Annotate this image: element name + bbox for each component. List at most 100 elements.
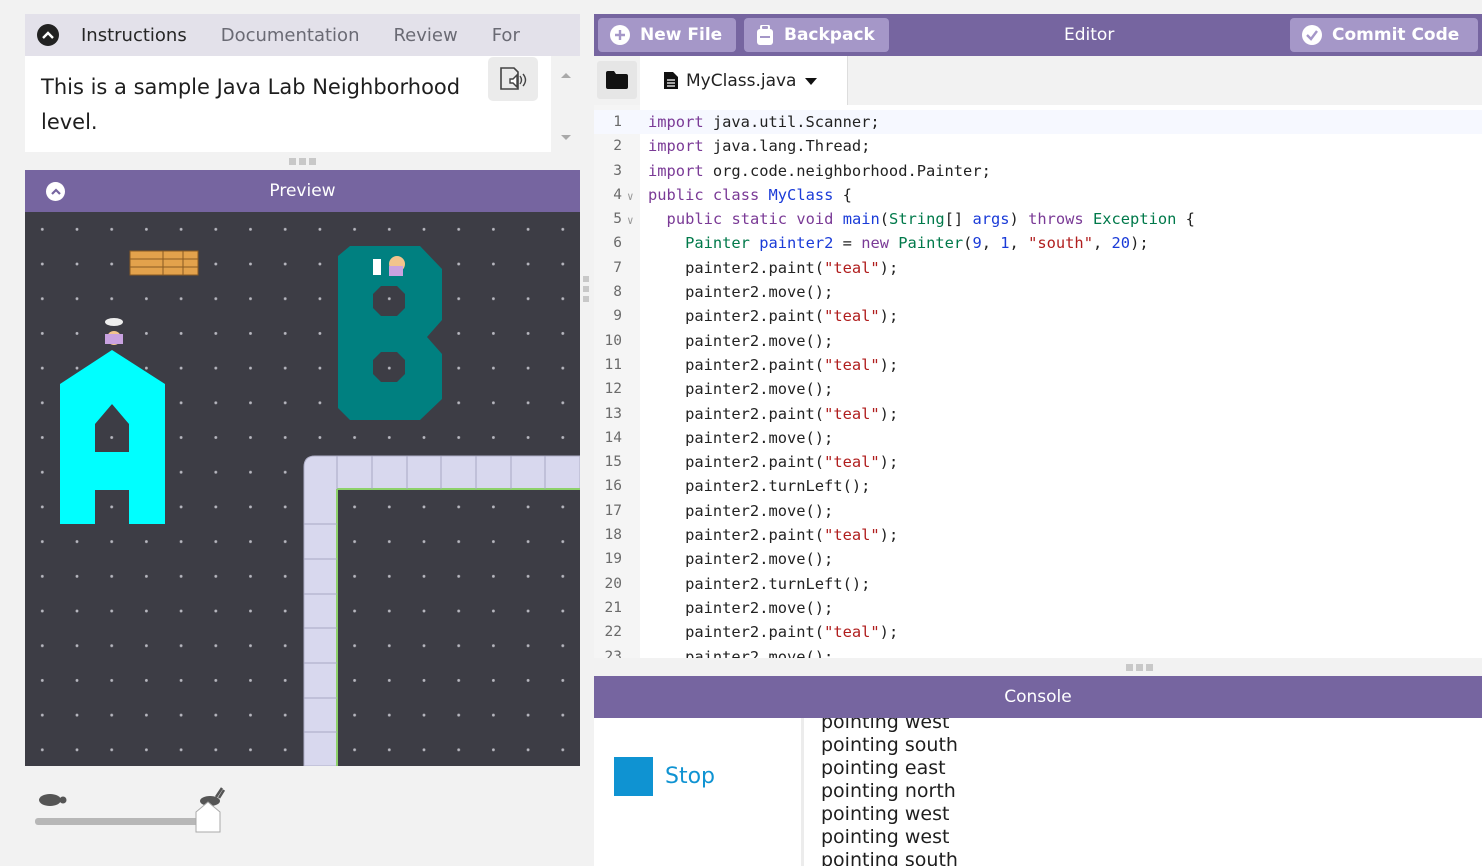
code-line[interactable]: 22 painter2.paint("teal");	[594, 620, 1482, 644]
line-number: 11	[604, 356, 622, 373]
instructions-tab-bar: Instructions Documentation Review For	[25, 14, 580, 56]
console-lines: pointing west pointing south pointing east…	[821, 718, 958, 866]
new-file-button[interactable]: New File	[598, 18, 737, 52]
code-line[interactable]: 21 painter2.move();	[594, 596, 1482, 620]
code-text: painter2.paint("teal");	[648, 355, 899, 374]
code-line[interactable]: 13 painter2.paint("teal");	[594, 402, 1482, 426]
neighborhood-canvas	[25, 212, 580, 766]
code-line[interactable]: 10 painter2.move();	[594, 329, 1482, 353]
code-line[interactable]: 17 painter2.move();	[594, 499, 1482, 523]
code-line[interactable]: 14 painter2.move();	[594, 426, 1482, 450]
code-line[interactable]: 6 Painter painter2 = new Painter(9, 1, "…	[594, 231, 1482, 255]
code-line[interactable]: 9 painter2.paint("teal");	[594, 304, 1482, 328]
code-text: painter2.turnLeft();	[648, 477, 871, 496]
stop-icon	[614, 757, 653, 796]
folder-icon	[606, 71, 628, 89]
console-line: pointing north	[821, 780, 956, 802]
code-line[interactable]: 16 painter2.turnLeft();	[594, 474, 1482, 498]
scroll-down-icon[interactable]	[553, 128, 579, 148]
code-line[interactable]: 5 ∨ public static void main(String[] args…	[594, 207, 1482, 231]
code-line[interactable]: 11 painter2.paint("teal");	[594, 353, 1482, 377]
console-title: Console	[1004, 687, 1072, 707]
resize-handle-icon[interactable]	[1126, 664, 1154, 671]
line-number: 14	[604, 429, 622, 446]
code-text: painter2.move();	[648, 550, 834, 569]
code-line[interactable]: 1 import java.util.Scanner;	[594, 110, 1482, 135]
code-line[interactable]: 12 painter2.move();	[594, 377, 1482, 401]
line-number: 13	[604, 405, 622, 422]
fold-arrow-icon[interactable]: ∨	[627, 185, 634, 209]
line-number: 12	[604, 381, 622, 398]
console-line: pointing west	[821, 718, 950, 733]
file-browser-button[interactable]	[597, 61, 637, 99]
code-line[interactable]: 7 painter2.paint("teal");	[594, 256, 1482, 280]
code-text: painter2.move();	[648, 331, 834, 350]
code-text: painter2.move();	[648, 647, 834, 658]
check-circle-icon	[1302, 25, 1322, 45]
line-number: 8	[613, 284, 622, 301]
line-number: 1	[613, 114, 622, 130]
backpack-icon	[757, 25, 773, 45]
code-text: painter2.move();	[648, 501, 834, 520]
slider-thumb[interactable]	[195, 801, 221, 833]
code-editor[interactable]: 1 import java.util.Scanner; 2 import java.l…	[594, 105, 1482, 658]
console-line: pointing west	[821, 803, 950, 825]
code-line[interactable]: 23 painter2.move();	[594, 645, 1482, 658]
stop-button[interactable]: Stop	[614, 757, 715, 796]
editor-title: Editor	[1064, 25, 1115, 45]
line-number: 19	[604, 551, 622, 568]
code-line[interactable]: 18 painter2.paint("teal");	[594, 523, 1482, 547]
tab-documentation[interactable]: Documentation	[221, 25, 360, 46]
scroll-up-icon[interactable]	[553, 64, 579, 84]
code-line[interactable]: 3 import org.code.neighborhood.Painter;	[594, 159, 1482, 183]
fold-arrow-icon[interactable]: ∨	[627, 209, 634, 233]
console-line: pointing south	[821, 734, 958, 756]
line-number: 5	[613, 211, 622, 228]
code-line[interactable]: 19 painter2.move();	[594, 547, 1482, 571]
line-number: 6	[613, 235, 622, 252]
file-tab-myclass[interactable]: MyClass.java	[640, 56, 848, 105]
code-text: painter2.move();	[648, 598, 834, 617]
read-aloud-icon	[500, 67, 527, 90]
turtle-icon	[39, 794, 67, 806]
commit-code-button[interactable]: Commit Code	[1290, 18, 1478, 52]
tab-review[interactable]: Review	[393, 25, 457, 46]
console-line: pointing south	[821, 849, 958, 866]
editor-toolbar: New File Backpack Editor Commit Code	[594, 14, 1482, 56]
speed-slider[interactable]	[30, 784, 240, 836]
backpack-label: Backpack	[784, 25, 875, 45]
code-line[interactable]: 4 ∨ public class MyClass {	[594, 183, 1482, 207]
code-text: painter2.move();	[648, 428, 834, 447]
vertical-resize-handle-icon[interactable]	[583, 276, 591, 304]
line-number: 10	[604, 332, 622, 349]
code-line[interactable]: 20 painter2.turnLeft();	[594, 572, 1482, 596]
backpack-button[interactable]: Backpack	[744, 18, 889, 52]
code-text: painter2.paint("teal");	[648, 453, 899, 472]
code-text: painter2.paint("teal");	[648, 526, 899, 545]
line-number: 7	[613, 259, 622, 276]
line-number: 16	[604, 478, 622, 495]
collapse-instructions-icon[interactable]	[37, 24, 59, 46]
line-number: 15	[604, 454, 622, 471]
chevron-down-icon[interactable]	[804, 76, 818, 86]
file-icon	[664, 72, 678, 89]
line-number: 18	[604, 527, 622, 544]
code-text: painter2.paint("teal");	[648, 623, 899, 642]
collapse-preview-icon[interactable]	[46, 182, 65, 201]
code-line[interactable]: 2 import java.lang.Thread;	[594, 134, 1482, 158]
code-line[interactable]: 15 painter2.paint("teal");	[594, 450, 1482, 474]
tab-instructions[interactable]: Instructions	[81, 25, 187, 46]
line-number: 21	[604, 599, 622, 616]
preview-header: Preview	[25, 170, 580, 212]
line-number: 9	[613, 308, 622, 325]
code-text: public class MyClass {	[648, 185, 852, 204]
line-number: 20	[604, 575, 622, 592]
code-line[interactable]: 8 painter2.move();	[594, 280, 1482, 304]
text-to-speech-button[interactable]	[488, 57, 538, 101]
instructions-text: This is a sample Java Lab Neighborhood l…	[41, 75, 461, 134]
instructions-scrollbar[interactable]	[553, 56, 579, 152]
tab-for-teachers[interactable]: For	[492, 25, 520, 46]
code-text: Painter painter2 = new Painter(9, 1, "so…	[685, 234, 1149, 253]
resize-handle-icon[interactable]	[289, 158, 317, 165]
code-text: painter2.paint("teal");	[648, 258, 899, 277]
